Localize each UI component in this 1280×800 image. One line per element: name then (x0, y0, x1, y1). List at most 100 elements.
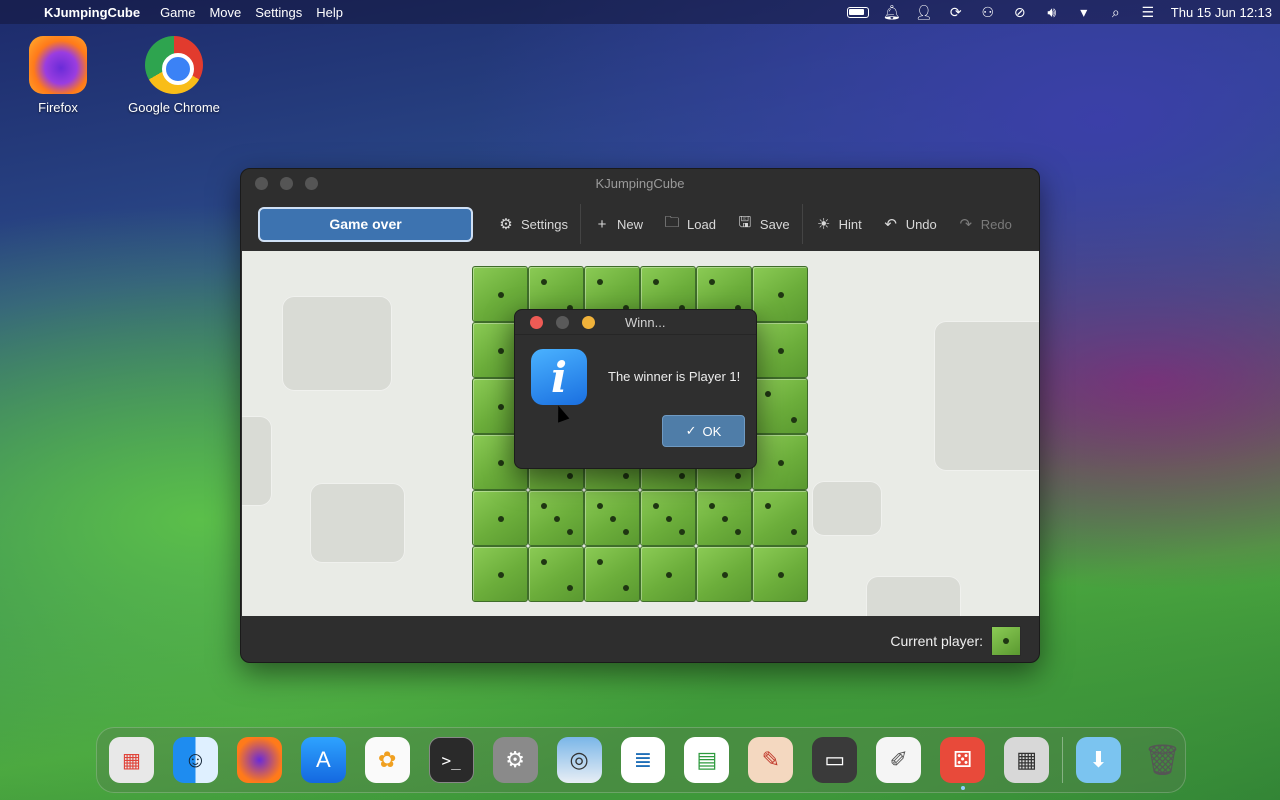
board-cell[interactable] (752, 378, 808, 434)
board-cell[interactable] (528, 490, 584, 546)
load-label: Load (687, 216, 716, 232)
checkmark-icon: ✓ (685, 423, 697, 438)
board-cell[interactable] (752, 322, 808, 378)
window-titlebar[interactable]: KJumpingCube (241, 169, 1039, 197)
calculator-icon[interactable]: ▦ (1004, 737, 1050, 783)
undo-button[interactable]: ↶ Undo (872, 207, 947, 241)
cell-pip (623, 529, 629, 535)
control-center-icon[interactable]: ☰ (1139, 4, 1157, 21)
background-decoration (242, 416, 272, 506)
dialog-minimize-button[interactable] (556, 315, 569, 329)
network-off-icon[interactable]: ⊘ (1011, 4, 1029, 21)
folder-icon: 🗀 (664, 213, 680, 231)
new-button[interactable]: + New (583, 207, 653, 241)
photos-icon[interactable]: ✿ (364, 737, 410, 783)
save-button[interactable]: 🖫 Save (726, 207, 800, 241)
board-cell[interactable] (752, 490, 808, 546)
firefox-icon (29, 36, 87, 94)
save-label: Save (759, 216, 790, 232)
cell-pip (498, 292, 504, 298)
cell-pip (709, 279, 715, 285)
settings-button[interactable]: ⚙ Settings (487, 207, 578, 241)
volume-icon[interactable]: 🔊︎ (1043, 4, 1061, 21)
dialog-message: The winner is Player 1! (608, 369, 741, 384)
menu-settings[interactable]: Settings (255, 5, 302, 20)
board-cell[interactable] (640, 546, 696, 602)
load-button[interactable]: 🗀 Load (653, 207, 726, 241)
redo-button[interactable]: ↷ Redo (947, 207, 1022, 241)
cell-pip (597, 503, 603, 509)
ok-button[interactable]: ✓ OK (662, 415, 745, 447)
menu-move[interactable]: Move (209, 5, 241, 20)
game-status-button[interactable]: Game over (258, 206, 473, 242)
background-decoration (282, 296, 392, 391)
terminal-icon[interactable]: >_ (428, 737, 474, 783)
redo-icon: ↷ (959, 216, 973, 233)
notes-icon[interactable]: ✐ (876, 737, 922, 783)
dropdown-arrow-icon[interactable]: ▾ (1075, 4, 1093, 21)
board-cell[interactable] (528, 546, 584, 602)
drawing-icon[interactable]: ✎ (748, 737, 794, 783)
window-zoom-button[interactable] (305, 176, 318, 190)
board-cell[interactable] (584, 490, 640, 546)
search-icon[interactable]: ⌕ (1107, 4, 1125, 21)
accounts-icon[interactable]: ⚇ (979, 4, 997, 21)
cell-pip (722, 516, 728, 522)
board-cell[interactable] (752, 434, 808, 490)
dialog-close-button[interactable] (530, 315, 543, 329)
app-store-icon[interactable]: A (300, 737, 346, 783)
cell-pip (597, 559, 603, 565)
background-decoration (310, 483, 405, 563)
board-cell[interactable] (472, 490, 528, 546)
notifications-icon[interactable]: 🔔︎ (883, 4, 901, 21)
hint-button[interactable]: ☀ Hint (805, 207, 872, 241)
cell-pip (541, 279, 547, 285)
board-cell[interactable] (696, 546, 752, 602)
launchpad-icon[interactable]: ▦ (109, 737, 154, 783)
info-icon: i (531, 349, 587, 405)
menubar-app-name[interactable]: KJumpingCube (44, 5, 140, 20)
cell-pip (666, 572, 672, 578)
background-decoration (866, 576, 961, 616)
board-cell[interactable] (752, 266, 808, 322)
window-minimize-button[interactable] (280, 176, 293, 190)
menu-help[interactable]: Help (316, 5, 343, 20)
cell-pip (567, 529, 573, 535)
cell-pip (567, 473, 573, 479)
cell-pip (498, 460, 504, 466)
background-decoration (812, 481, 882, 536)
dock-separator (1062, 737, 1064, 783)
calc-icon[interactable]: ▤ (684, 737, 730, 783)
battery-icon[interactable] (846, 6, 869, 18)
board-cell[interactable] (696, 490, 752, 546)
menubar: KJumpingCube Game Move Settings Help 🔔︎ … (0, 0, 1280, 24)
desktop-icon-firefox[interactable]: Firefox (3, 36, 113, 115)
board-cell[interactable] (584, 546, 640, 602)
kjumpingcube-dock-icon[interactable]: ⚄ (940, 737, 986, 790)
finder-icon[interactable]: ☺ (172, 737, 218, 783)
current-player-label: Current player: (890, 632, 983, 649)
desktop-icon-chrome[interactable]: Google Chrome (119, 36, 229, 115)
image-viewer-icon[interactable]: ◎ (556, 737, 602, 783)
board-cell[interactable] (752, 546, 808, 602)
cell-pip (735, 529, 741, 535)
dialog-zoom-button[interactable] (582, 315, 595, 329)
menu-game[interactable]: Game (160, 5, 195, 20)
board-cell[interactable] (472, 546, 528, 602)
user-icon[interactable]: 👤︎ (915, 4, 933, 21)
system-settings-icon[interactable]: ⚙ (492, 737, 538, 783)
writer-icon[interactable]: ≣ (620, 737, 666, 783)
window-close-button[interactable] (255, 176, 268, 190)
cell-pip (778, 572, 784, 578)
tape-icon[interactable]: ▭ (812, 737, 858, 783)
firefox-dock-icon[interactable] (236, 737, 282, 783)
board-cell[interactable] (640, 490, 696, 546)
cell-pip (541, 503, 547, 509)
cell-pip (778, 292, 784, 298)
sync-icon[interactable]: ⟳ (947, 4, 965, 21)
cell-pip (498, 348, 504, 354)
trash-icon[interactable]: 🗑︎ (1140, 737, 1185, 783)
clock[interactable]: Thu 15 Jun 12:13 (1171, 5, 1272, 20)
dialog-titlebar[interactable]: Winn... (515, 310, 756, 335)
downloads-folder-icon[interactable]: ⬇ (1076, 737, 1122, 783)
